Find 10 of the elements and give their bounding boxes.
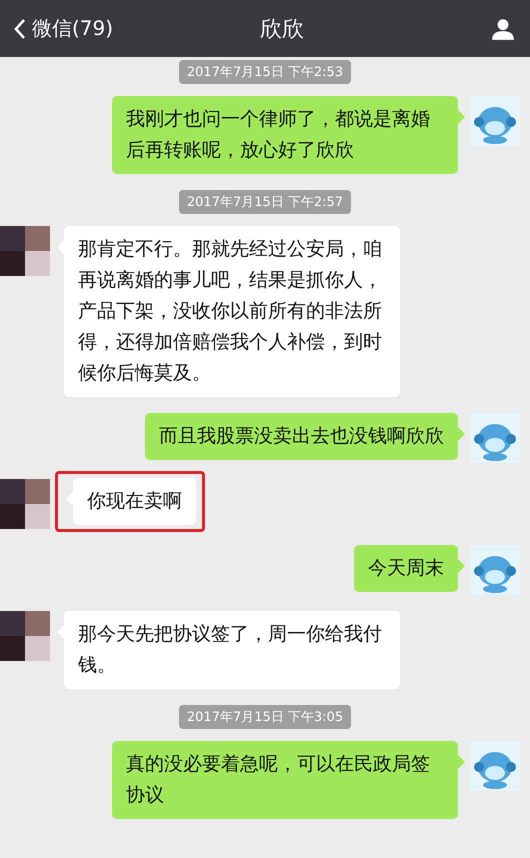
avatar-icon (470, 741, 520, 791)
timestamp: 2017年7月15日 下午2:53 (178, 60, 352, 84)
timestamp: 2017年7月15日 下午2:57 (178, 190, 352, 214)
timestamp: 2017年7月15日 下午3:05 (178, 705, 352, 729)
back-button[interactable]: 微信(79) (14, 15, 124, 42)
avatar-icon (470, 96, 520, 146)
avatar-icon (470, 413, 520, 463)
avatar-icon (470, 545, 520, 595)
chat-title: 欣欣 (260, 16, 304, 44)
back-icon (14, 18, 26, 40)
